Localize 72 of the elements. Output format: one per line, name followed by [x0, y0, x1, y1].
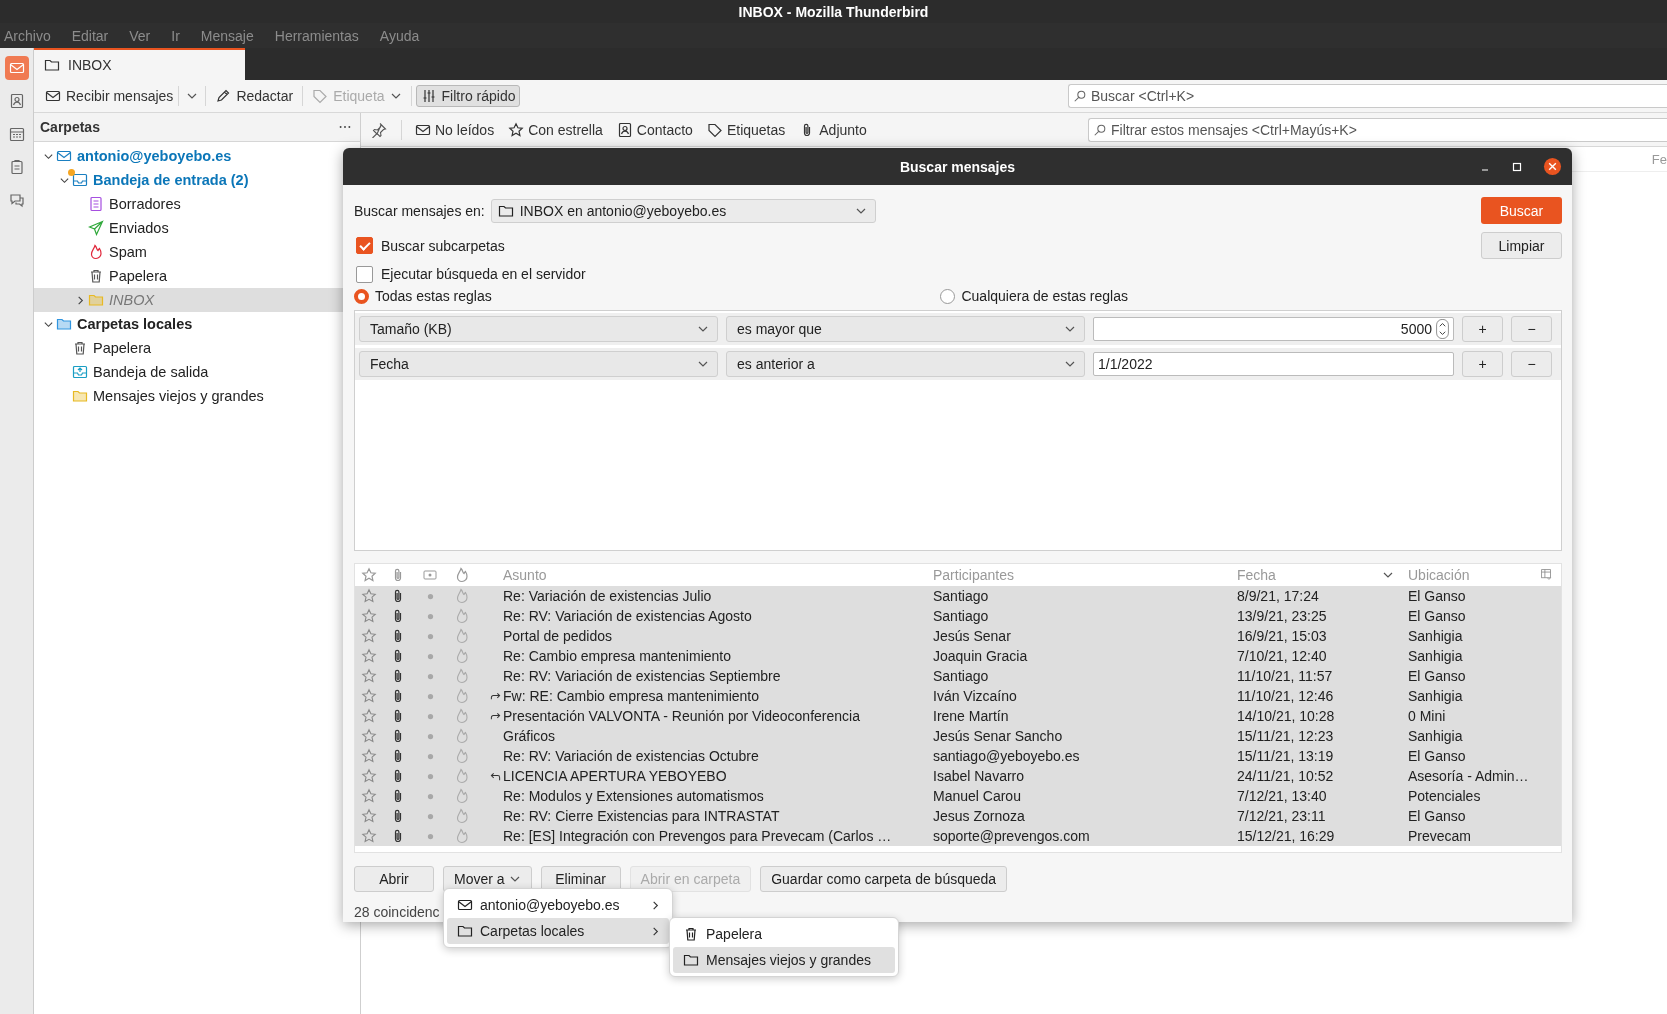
participants-cell-text: santiago@yeboyebo.es [933, 747, 1081, 766]
participants-cell-text: Jesus Zornoza [933, 807, 1026, 826]
radio-label: Cualquiera de estas reglas [961, 288, 1128, 304]
window-title: INBOX - Mozilla Thunderbird [738, 3, 929, 20]
dialog-title: Buscar mensajes [899, 158, 1016, 175]
participants-cell-text: Iván Vizcaíno [933, 687, 1018, 706]
participants-cell-text: soporte@prevengos.com [933, 827, 1091, 846]
date-cell-text: 7/10/21, 12:40 [1237, 647, 1328, 666]
search-in-label: Buscar mensajes en: [354, 202, 485, 219]
participants-cell-text: Jesús Senar Sancho [933, 727, 1064, 746]
date-cell-text: 15/11/21, 12:23 [1237, 727, 1335, 746]
location-cell-text: Potenciales [1408, 787, 1482, 806]
participants-cell-text: Jesús Senar [933, 627, 1012, 646]
date-cell-text: 15/11/21, 13:19 [1237, 747, 1335, 766]
location-cell-text: Asesoría - Admin… [1408, 767, 1530, 786]
subject-cell-text: Re: RV: Variación de existencias Octubre [503, 747, 760, 766]
date-cell-text: 11/10/21, 11:57 [1237, 667, 1334, 686]
folder-name: Borradores [109, 196, 181, 212]
folder-name: Carpetas locales [77, 316, 193, 332]
folder-name: Papelera [93, 340, 152, 356]
participants-cell-text: Joaquin Gracia [933, 647, 1029, 666]
location-cell-text: 0 Mini [1408, 707, 1447, 726]
folder-name: INBOX [109, 292, 155, 308]
location-cell-text: El Ganso [1408, 587, 1467, 606]
location-cell-text: Prevecam [1408, 827, 1473, 846]
radio-label: Todas estas reglas [375, 288, 492, 304]
participants-cell-text: Irene Martín [933, 707, 1010, 726]
date-cell-text: 13/9/21, 23:25 [1237, 607, 1328, 626]
subject-cell-text: Re: Cambio empresa mantenimiento [503, 647, 732, 666]
folder-name: Enviados [109, 220, 169, 236]
folder-name: Bandeja de salida [93, 364, 209, 380]
folder-name: Spam [109, 244, 147, 260]
subject-cell-text: LICENCIA APERTURA YEBOYEBO [503, 767, 728, 786]
folder-name: Papelera [109, 268, 168, 284]
participants-cell-text: Santiago [933, 587, 990, 606]
subject-cell-text: Re: Modulos y Extensiones automatismos [503, 787, 765, 806]
location-cell-text: Sanhigia [1408, 647, 1464, 666]
status-text: 28 coincidenc [354, 904, 440, 920]
participants-cell-text: Santiago [933, 607, 990, 626]
participants-cell-text: Isabel Navarro [933, 767, 1026, 786]
location-cell-text: Sanhigia [1408, 627, 1464, 646]
subject-cell-text: Fw: RE: Cambio empresa mantenimiento [503, 687, 760, 706]
subject-cell-text: Re: RV: Variación de existencias Agosto [503, 607, 753, 626]
date-cell-text: 8/9/21, 17:24 [1237, 587, 1320, 606]
subject-cell-text: Portal de pedidos [503, 627, 613, 646]
location-cell-text: El Ganso [1408, 607, 1467, 626]
date-cell-text: 14/10/21, 10:28 [1237, 707, 1336, 726]
pane-title: Carpetas [40, 119, 100, 135]
location-cell-text: El Ganso [1408, 747, 1467, 766]
date-cell-text: 7/12/21, 13:40 [1237, 787, 1328, 806]
date-cell-text: 7/12/21, 23:11 [1237, 807, 1327, 826]
folder-name: antonio@yeboyebo.es [77, 148, 232, 164]
subject-cell-text: Re: Variación de existencias Julio [503, 587, 713, 606]
date-cell-text: 16/9/21, 15:03 [1237, 627, 1328, 646]
checkbox-label: Ejecutar búsqueda en el servidor [381, 266, 586, 282]
subject-cell-text: Re: RV: Variación de existencias Septiembre [503, 667, 782, 686]
location-cell-text: El Ganso [1408, 667, 1467, 686]
participants-cell-text: Manuel Carou [933, 787, 1022, 806]
date-cell-text: 11/10/21, 12:46 [1237, 687, 1335, 706]
date-cell-text: 15/12/21, 16:29 [1237, 827, 1336, 846]
location-cell-text: Sanhigia [1408, 727, 1464, 746]
location-cell-text: Sanhigia [1408, 687, 1464, 706]
subject-cell-text: Re: [ES] Integración con Prevengos para Prevecam (Carlos … [503, 827, 893, 846]
folder-name: Bandeja de entrada (2) [93, 172, 249, 188]
checkbox-label: Buscar subcarpetas [381, 237, 505, 254]
subject-cell-text: Presentación VALVONTA - Reunión por Videoconferencia [503, 707, 861, 726]
folder-name: Mensajes viejos y grandes [93, 388, 264, 404]
subject-cell-text: Gráficos [503, 727, 557, 746]
date-cell-text: 24/11/21, 10:52 [1237, 767, 1335, 786]
location-cell-text: El Ganso [1408, 807, 1467, 826]
participants-cell-text: Santiago [933, 667, 990, 686]
subject-cell-text: Re: RV: Cierre Existencias para INTRASTAT [503, 807, 781, 826]
